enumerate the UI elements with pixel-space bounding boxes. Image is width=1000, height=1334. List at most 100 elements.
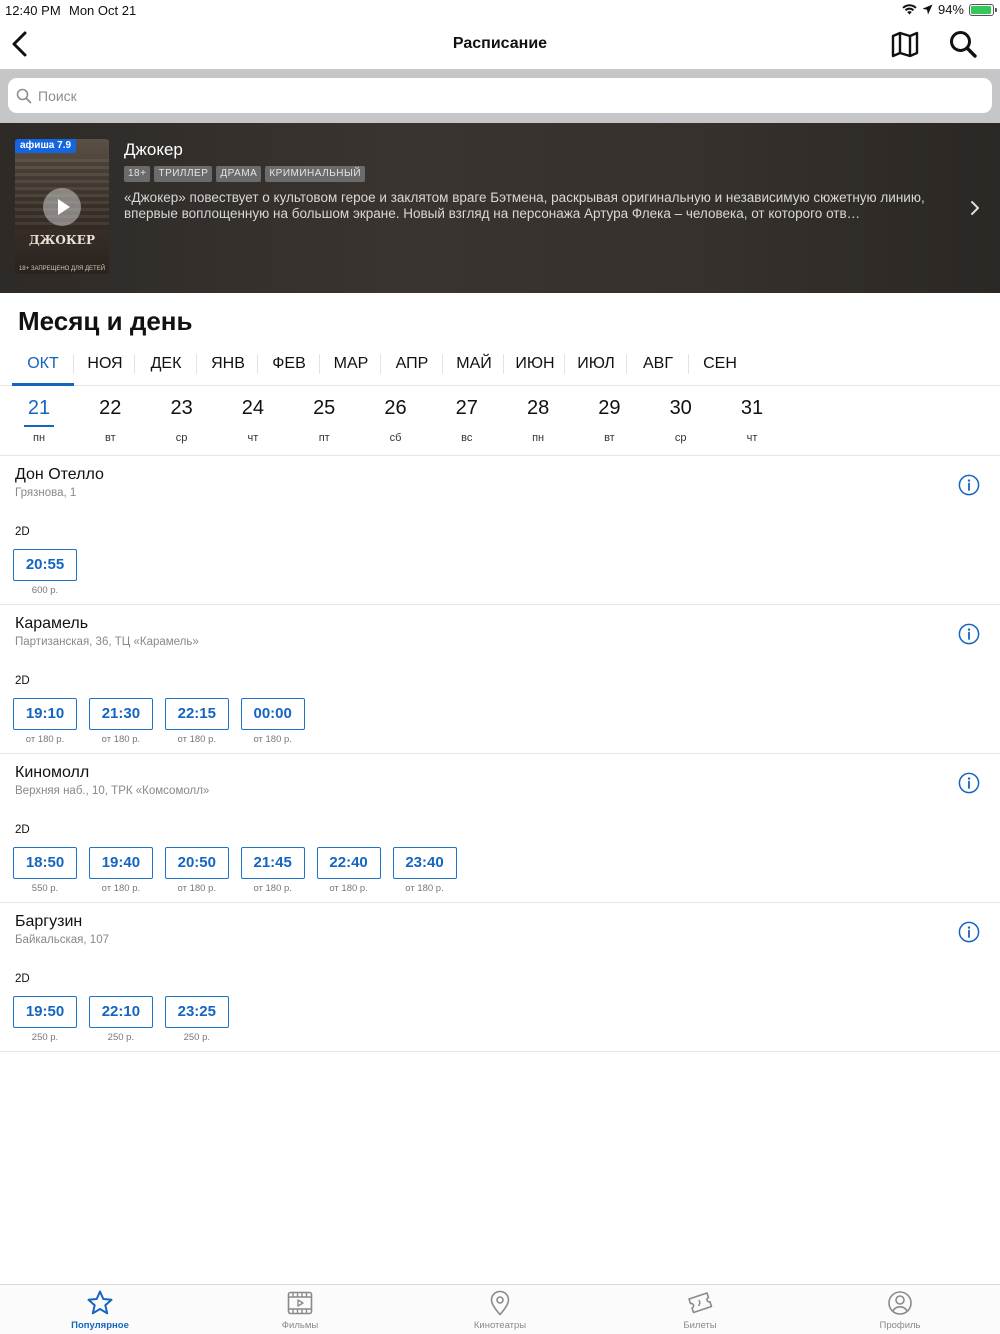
- movie-poster[interactable]: афиша 7.9 ДЖОКЕР 18+ ЗАПРЕЩЕНО ДЛЯ ДЕТЕЙ: [15, 139, 109, 274]
- movie-title: Джокер: [124, 140, 183, 159]
- month-separator: [503, 354, 504, 374]
- day-item[interactable]: 27 вс: [437, 387, 497, 456]
- day-item[interactable]: 25 пт: [294, 387, 354, 456]
- month-tab[interactable]: ДЕК: [135, 342, 197, 386]
- cinema-address: Грязнова, 1: [15, 487, 77, 499]
- page-title: Расписание: [452, 35, 548, 52]
- month-tab[interactable]: МАР: [320, 342, 382, 386]
- session-price: от 180 р.: [177, 734, 217, 745]
- day-item[interactable]: 31 чт: [722, 387, 782, 456]
- cinema-name[interactable]: Киномолл: [15, 764, 89, 782]
- month-tab[interactable]: ФЕВ: [258, 342, 320, 386]
- tab-films[interactable]: Фильмы: [200, 1285, 400, 1334]
- day-item[interactable]: 28 пн: [508, 387, 568, 456]
- day-number: 24: [241, 397, 265, 419]
- session-item: 21:30 от 180 р.: [88, 698, 153, 745]
- day-item[interactable]: 24 чт: [223, 387, 283, 456]
- search-icon[interactable]: [948, 29, 978, 59]
- day-number: 25: [313, 397, 336, 419]
- session-time-button[interactable]: 22:10: [88, 996, 153, 1028]
- info-icon[interactable]: [958, 623, 980, 645]
- session-item: 21:45 от 180 р.: [240, 847, 305, 894]
- session-time-button[interactable]: 22:15: [164, 698, 229, 730]
- info-icon[interactable]: [958, 772, 980, 794]
- month-tab[interactable]: ЯНВ: [197, 342, 259, 386]
- search-bar-container: [0, 69, 1000, 123]
- tag-age-rating: 18+: [124, 166, 151, 182]
- play-trailer-icon[interactable]: [43, 188, 81, 226]
- search-bar[interactable]: [8, 78, 992, 113]
- day-item[interactable]: 29 вт: [579, 387, 639, 456]
- day-item[interactable]: 26 сб: [366, 387, 426, 456]
- format-label: 2D: [15, 526, 30, 538]
- search-input[interactable]: [38, 87, 938, 104]
- session-price: от 180 р.: [405, 883, 444, 894]
- session-item: 20:55 600 р.: [13, 549, 77, 596]
- month-separator: [442, 354, 443, 374]
- tab-popular[interactable]: Популярное: [0, 1285, 200, 1334]
- month-separator: [319, 354, 320, 374]
- session-price: от 180 р.: [253, 883, 292, 894]
- month-tab[interactable]: СЕН: [689, 342, 751, 386]
- cinema-block: Карамель Партизанская, 36, ТЦ «Карамель» 2…: [0, 605, 1000, 754]
- day-item[interactable]: 23 ср: [152, 387, 212, 456]
- chevron-right-icon[interactable]: [968, 199, 982, 217]
- session-price: от 180 р.: [25, 734, 65, 745]
- session-time-button[interactable]: 20:50: [164, 847, 229, 879]
- cinema-name[interactable]: Дон Отелло: [15, 466, 104, 484]
- month-tab[interactable]: ИЮН: [504, 342, 566, 386]
- session-price: 250 р.: [31, 1032, 59, 1043]
- session-time-button[interactable]: 00:00: [240, 698, 305, 730]
- month-separator: [134, 354, 135, 374]
- month-separator: [380, 354, 381, 374]
- section-title: Месяц и день: [18, 306, 193, 336]
- weekday-label: вт: [104, 432, 116, 444]
- navigation-bar: Расписание: [0, 20, 1000, 69]
- session-price: 250 р.: [183, 1032, 210, 1043]
- session-time-button[interactable]: 23:25: [164, 996, 229, 1028]
- month-tab[interactable]: АПР: [381, 342, 443, 386]
- format-label: 2D: [15, 824, 30, 836]
- cinema-name[interactable]: Баргузин: [15, 913, 82, 931]
- ticket-icon: [688, 1292, 713, 1314]
- day-item[interactable]: 30 ср: [651, 387, 711, 456]
- tab-tickets[interactable]: Билеты: [600, 1285, 800, 1334]
- cinema-address: Байкальская, 107: [15, 934, 109, 946]
- tag-genre: ДРАМА: [216, 166, 262, 182]
- info-icon[interactable]: [958, 474, 980, 496]
- day-item[interactable]: 22 вт: [80, 387, 140, 456]
- session-time-button[interactable]: 19:40: [88, 847, 153, 879]
- session-time-button[interactable]: 20:55: [13, 549, 77, 581]
- month-tabs: ОКТ НОЯ ДЕК ЯНВ ФЕВ МАР АПР МАЙ ИЮН ИЮЛ АВГ СЕН: [0, 342, 1000, 386]
- session-time-button[interactable]: 18:50: [13, 847, 77, 879]
- month-tab[interactable]: ИЮЛ: [565, 342, 627, 386]
- tag-genre: ТРИЛЛЕР: [154, 166, 213, 182]
- month-tab[interactable]: ОКТ: [12, 342, 74, 386]
- movie-banner[interactable]: афиша 7.9 ДЖОКЕР 18+ ЗАПРЕЩЕНО ДЛЯ ДЕТЕЙ…: [0, 123, 1000, 293]
- month-tab[interactable]: МАЙ: [443, 342, 505, 386]
- tab-cinemas[interactable]: Кинотеатры: [400, 1285, 600, 1334]
- day-item[interactable]: 21 пн: [9, 387, 69, 456]
- location-pin-icon: [490, 1290, 510, 1316]
- profile-icon: [888, 1291, 912, 1315]
- session-item: 23:40 от 180 р.: [392, 847, 457, 894]
- session-item: 23:25 250 р.: [164, 996, 229, 1043]
- session-time-button[interactable]: 19:10: [13, 698, 77, 730]
- magnifier-icon: [16, 88, 32, 103]
- cinema-name[interactable]: Карамель: [15, 615, 88, 633]
- month-tab[interactable]: АВГ: [627, 342, 689, 386]
- session-price: от 180 р.: [101, 734, 141, 745]
- info-icon[interactable]: [958, 921, 980, 943]
- weekday-label: чт: [247, 432, 259, 444]
- tab-label: Профиль: [879, 1320, 921, 1331]
- session-price: 600 р.: [31, 585, 59, 596]
- tab-profile[interactable]: Профиль: [800, 1285, 1000, 1334]
- session-time-button[interactable]: 21:30: [88, 698, 153, 730]
- month-tab[interactable]: НОЯ: [74, 342, 136, 386]
- map-icon[interactable]: [890, 30, 920, 58]
- session-time-button[interactable]: 21:45: [240, 847, 305, 879]
- tab-label: Билеты: [683, 1320, 717, 1331]
- session-time-button[interactable]: 22:40: [316, 847, 381, 879]
- session-time-button[interactable]: 23:40: [392, 847, 457, 879]
- session-time-button[interactable]: 19:50: [13, 996, 77, 1028]
